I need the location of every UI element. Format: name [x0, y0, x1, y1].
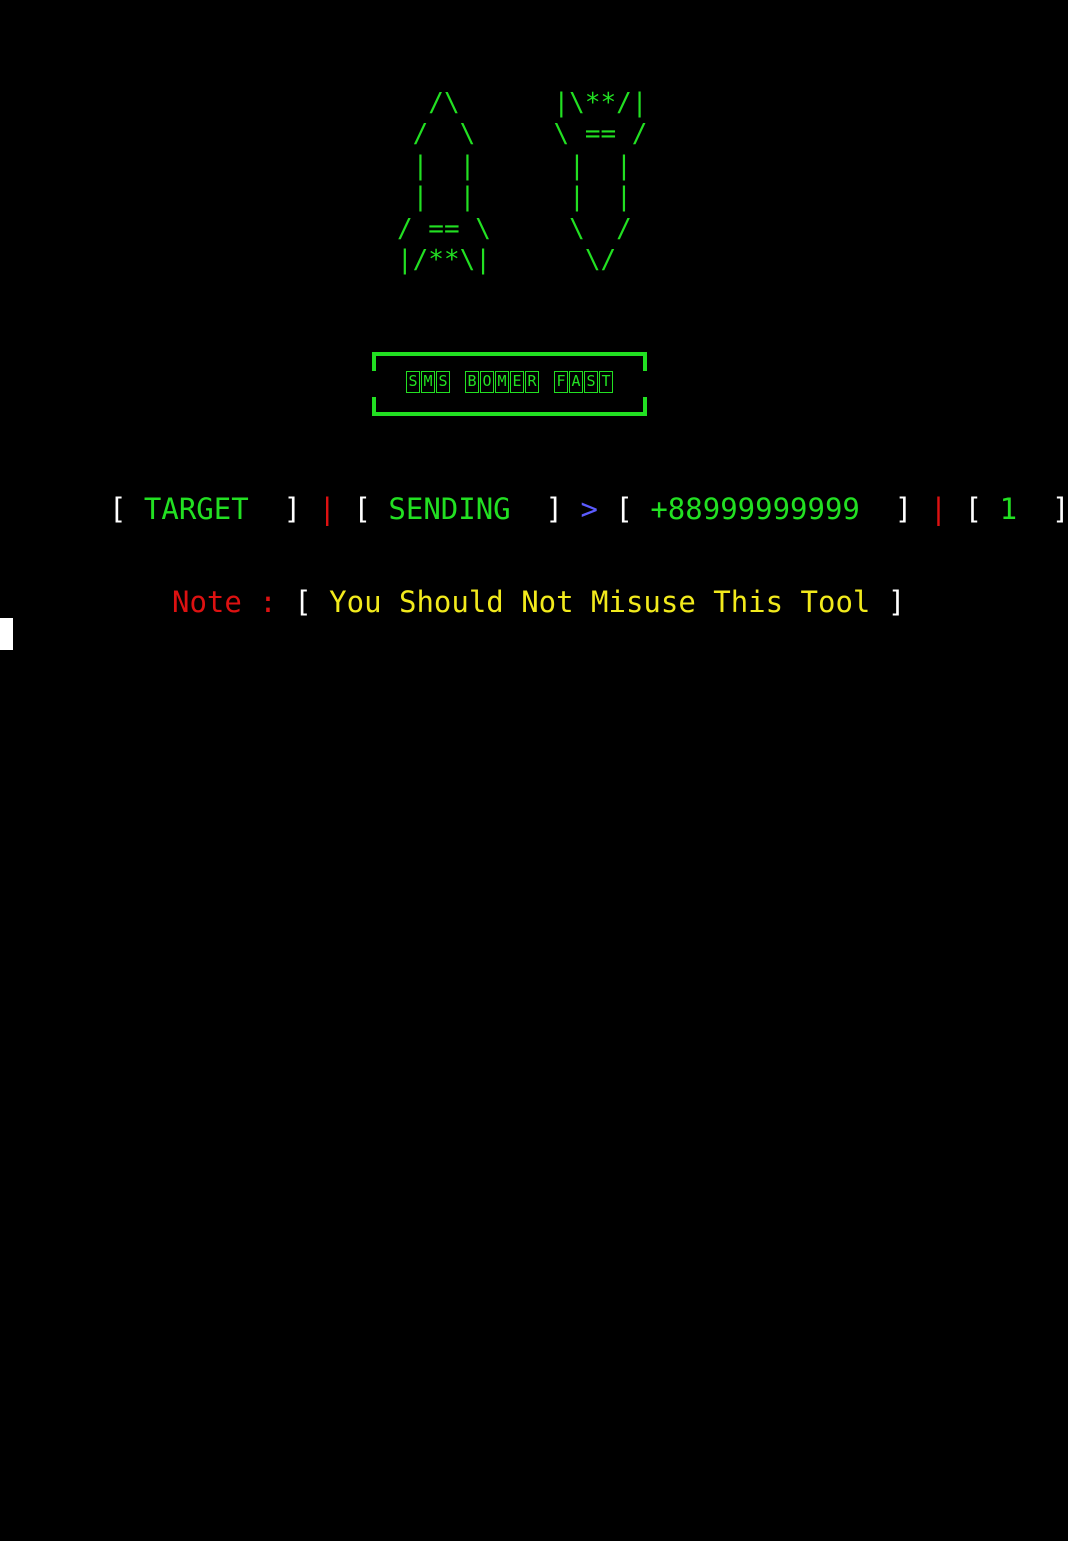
separator: | — [318, 492, 337, 526]
bracket: [ — [964, 492, 983, 526]
ascii-rockets-art: /\ |\**/| / \ \ == / | | | | | | | | / =… — [397, 88, 647, 276]
ascii-line: / == \ \ / — [397, 213, 632, 244]
sent-count: 1 — [982, 492, 1035, 526]
arrow-icon: > — [580, 492, 598, 526]
banner-letter: E — [510, 371, 524, 393]
terminal-cursor[interactable] — [0, 618, 13, 650]
banner-letter: S — [584, 371, 598, 393]
banner-letter: B — [465, 371, 479, 393]
banner-letter: F — [554, 371, 568, 393]
bracket: [ — [615, 492, 633, 526]
bracket: ] — [887, 585, 906, 619]
ascii-line: /\ |\**/| — [397, 88, 648, 118]
ascii-line: | | | | — [397, 182, 632, 213]
ascii-line: / \ \ == / — [397, 119, 648, 150]
banner-word-fast: F A S T — [554, 371, 613, 393]
bracket: ] — [877, 492, 913, 526]
sending-status-line: [ TARGET ] | [ SENDING ] > [ +8899999999… — [109, 489, 1068, 529]
banner-letter: T — [599, 371, 613, 393]
note-message: You Should Not Misuse This Tool — [311, 585, 888, 619]
app-title-banner: S M S B O M E R F A S T — [371, 352, 648, 416]
banner-letter: S — [436, 371, 450, 393]
banner-letter: A — [569, 371, 583, 393]
warning-note: Note : [ You Should Not Misuse This Tool… — [172, 582, 905, 622]
bracket: ] — [266, 492, 302, 526]
bracket: [ — [294, 585, 312, 619]
banner-letter: S — [406, 371, 420, 393]
terminal-window: /\ |\**/| / \ \ == / | | | | | | | | / =… — [0, 0, 1068, 1541]
sending-label: SENDING — [370, 492, 529, 526]
bracket: [ — [353, 492, 371, 526]
ascii-line: |/**\| \/ — [397, 245, 617, 276]
ascii-line: | | | | — [397, 150, 632, 181]
separator: | — [929, 492, 948, 526]
banner-word-sms: S M S — [406, 371, 450, 393]
app-title: S M S B O M E R F A S T — [376, 371, 643, 393]
bracket: ] — [1034, 492, 1068, 526]
banner-word-bomer: B O M E R — [465, 371, 539, 393]
bracket: ] — [528, 492, 564, 526]
target-phone-number: +88999999999 — [632, 492, 878, 526]
banner-letter: M — [421, 371, 435, 393]
banner-letter: M — [495, 371, 509, 393]
note-label: Note : — [172, 585, 295, 619]
banner-letter: R — [525, 371, 539, 393]
bracket: [ — [109, 492, 127, 526]
banner-letter: O — [480, 371, 494, 393]
target-label: TARGET — [126, 492, 267, 526]
